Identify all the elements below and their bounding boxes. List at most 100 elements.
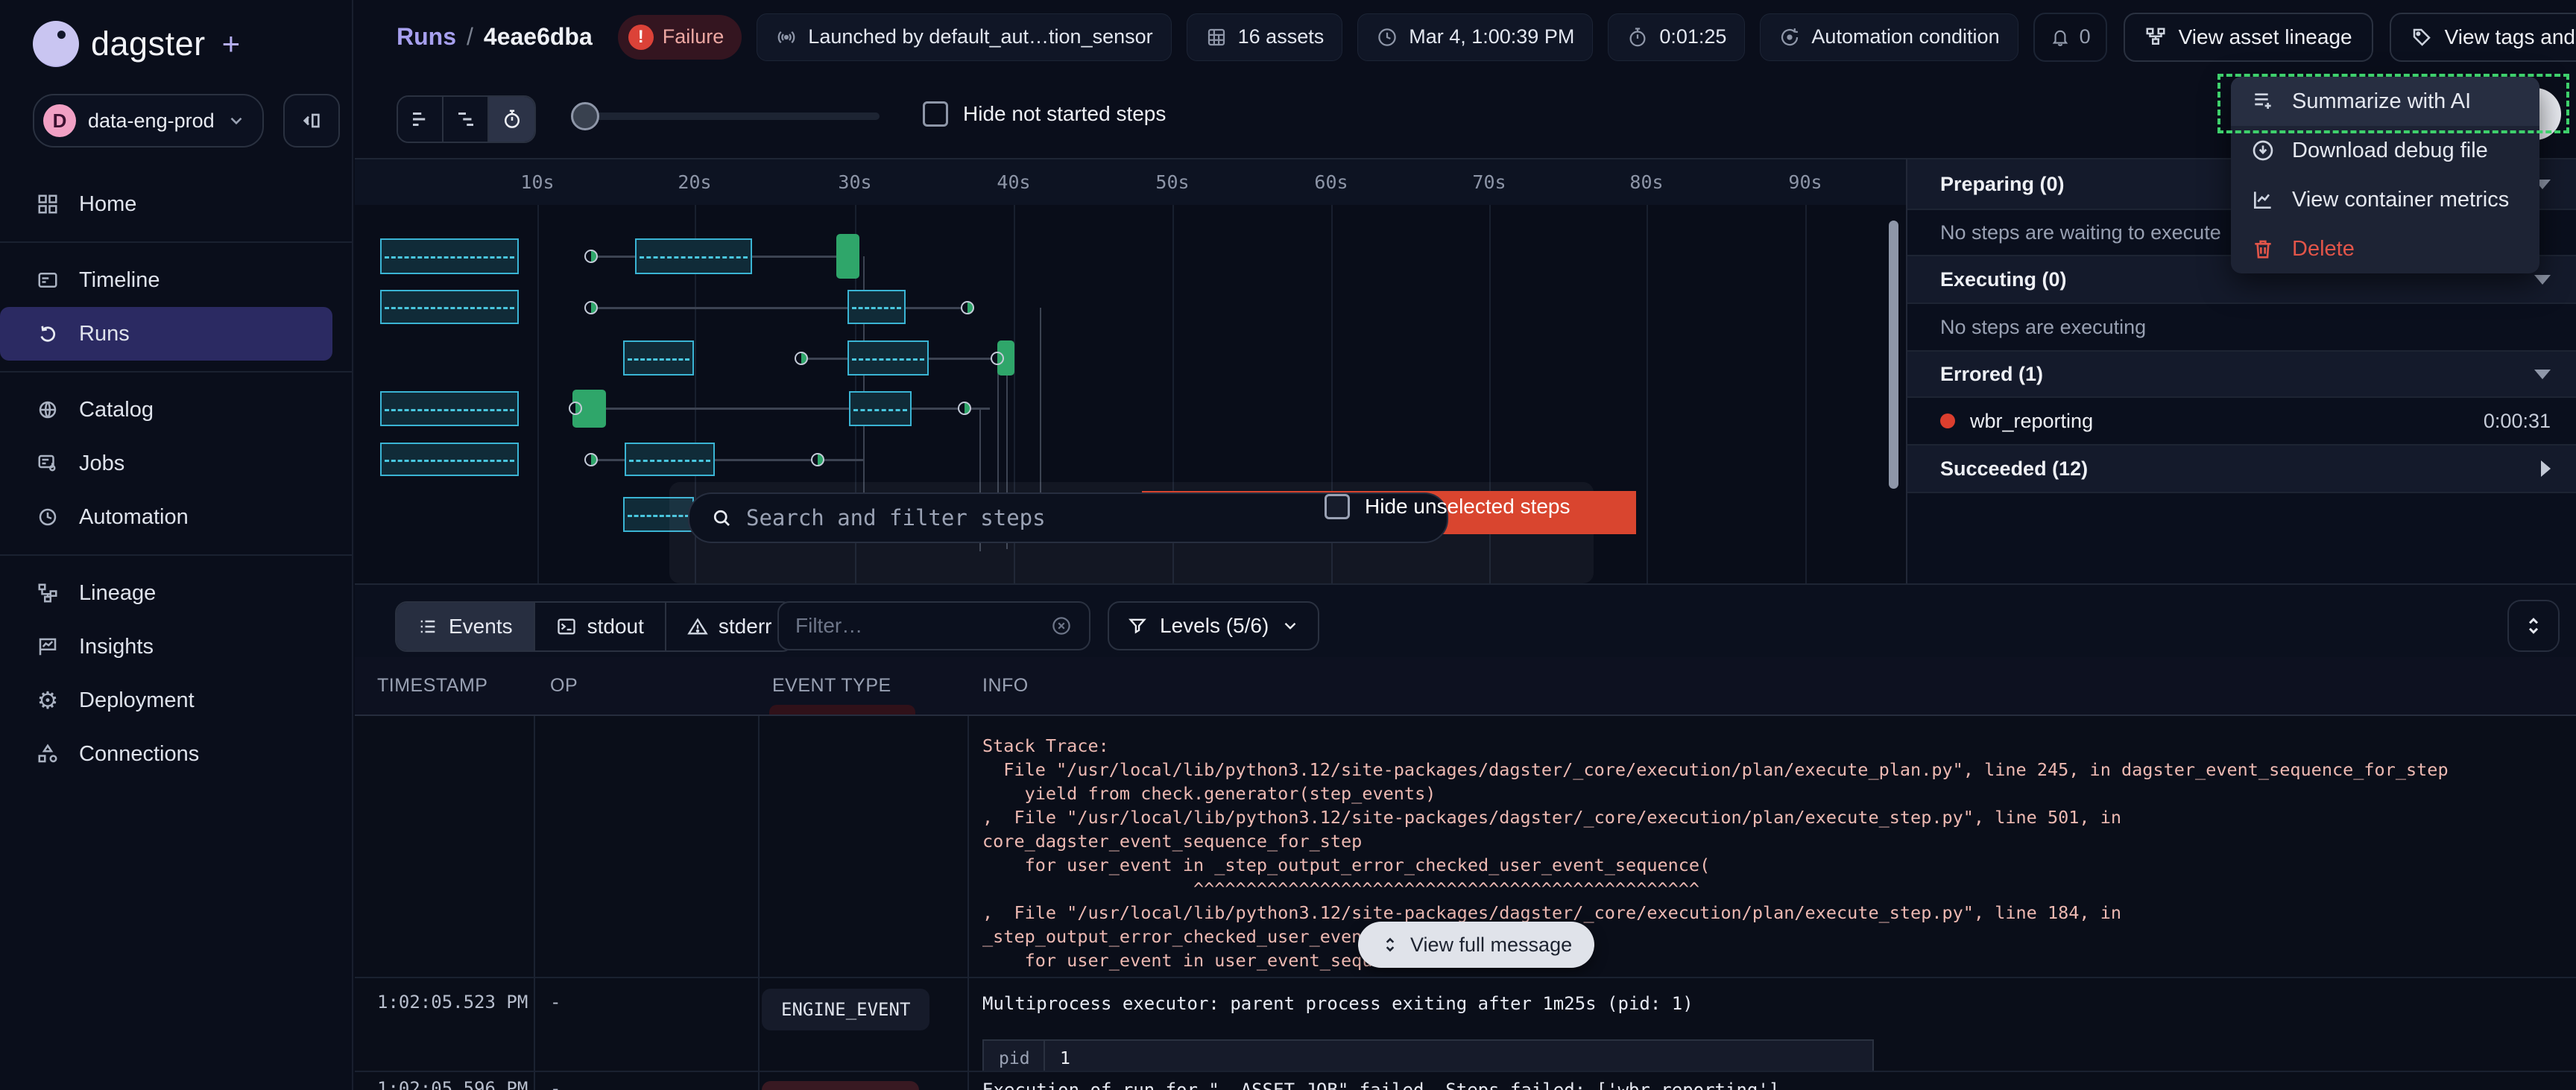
sidebar-item-lineage[interactable]: Lineage (0, 566, 332, 620)
gantt-dot[interactable] (584, 301, 598, 314)
gantt-view-mode-group (397, 95, 536, 143)
zoom-slider[interactable] (583, 113, 880, 120)
sidebar: dagster + D data-eng-prod Home (0, 0, 353, 1090)
home-grid-icon (34, 193, 61, 215)
zoom-slider-thumb[interactable] (571, 102, 599, 130)
step-name: wbr_reporting (1970, 410, 2093, 433)
axis-tick: 60s (1314, 171, 1348, 193)
view-asset-lineage-button[interactable]: View asset lineage (2124, 13, 2373, 62)
sidebar-item-home[interactable]: Home (0, 177, 332, 231)
sidebar-item-connections[interactable]: Connections (0, 727, 332, 781)
tag-duration[interactable]: 0:01:25 (1608, 13, 1745, 61)
automation-clock-icon (34, 506, 61, 528)
log-row-engine-event[interactable]: 1:02:05.523 PM - ENGINE_EVENT Multiproce… (355, 978, 2576, 1072)
view-mode-waterfall-button[interactable] (443, 97, 489, 142)
gantt-pbox[interactable] (623, 340, 694, 376)
sidebar-nav: Home Timeline Runs Catalog Jobs (0, 177, 352, 781)
connections-icon (34, 743, 61, 765)
sidebar-item-runs[interactable]: Runs (0, 307, 332, 361)
log-row-run-failure[interactable]: 1:02:05.596 PM - RUN_FAILURE Execution o… (355, 1072, 2576, 1090)
log-filter-input[interactable]: Filter… (777, 601, 1090, 650)
tab-events[interactable]: Events (397, 603, 535, 650)
runs-icon (34, 323, 61, 345)
gantt-dot[interactable] (584, 453, 598, 466)
gantt-pbox[interactable] (625, 443, 715, 476)
sidebar-item-deployment[interactable]: ⚙ Deployment (0, 674, 332, 727)
notifications-button[interactable]: 0 (2033, 13, 2107, 62)
gantt-scrollbar[interactable] (1889, 221, 1898, 489)
sidebar-item-timeline[interactable]: Timeline (0, 253, 332, 307)
view-full-message-button[interactable]: View full message (1358, 922, 1594, 968)
levels-filter-button[interactable]: Levels (5/6) (1108, 601, 1319, 650)
tag-automation-condition[interactable]: Automation condition (1760, 13, 2018, 61)
notifications-count: 0 (2080, 25, 2091, 48)
event-metadata-table: pid 1 (982, 1039, 1874, 1072)
gantt-pbox[interactable] (380, 443, 519, 476)
gantt-pbox[interactable] (380, 290, 519, 324)
hide-not-started-label: Hide not started steps (963, 102, 1166, 126)
sidebar-item-label: Timeline (79, 268, 160, 293)
sidebar-item-automation[interactable]: Automation (0, 490, 332, 544)
gantt-dot[interactable] (961, 301, 974, 314)
event-type-badge: ENGINE_EVENT (762, 989, 929, 1030)
expand-log-panel-button[interactable] (2507, 600, 2560, 652)
gantt-pbox[interactable] (635, 238, 752, 274)
gantt-dot[interactable] (584, 250, 598, 263)
errored-step-row[interactable]: wbr_reporting 0:00:31 (1907, 398, 2576, 446)
logo[interactable]: dagster + (0, 0, 352, 67)
collapse-sidebar-button[interactable] (283, 94, 340, 148)
sidebar-item-insights[interactable]: Insights (0, 620, 332, 674)
gantt-dot[interactable] (569, 402, 582, 415)
tab-stderr[interactable]: stderr (666, 603, 793, 650)
menu-item-delete[interactable]: Delete (2231, 224, 2539, 273)
gantt-pbox[interactable] (380, 238, 519, 274)
clock-icon (1376, 26, 1398, 48)
gear-icon: ⚙ (34, 689, 61, 712)
view-mode-flat-button[interactable] (398, 97, 443, 142)
tab-stdout[interactable]: stdout (535, 603, 666, 650)
gantt-hline (578, 408, 990, 410)
gantt-gbox[interactable] (836, 234, 859, 279)
timeline-icon (34, 269, 61, 291)
axis-tick: 70s (1472, 171, 1506, 193)
gantt-dot[interactable] (991, 352, 1004, 365)
gantt-grid (1647, 205, 1648, 583)
gantt-dot[interactable] (958, 402, 971, 415)
gantt-dot[interactable] (795, 352, 808, 365)
hide-unselected-checkbox[interactable] (1325, 494, 1350, 519)
jobs-icon (34, 452, 61, 475)
log-filter-placeholder: Filter… (795, 614, 1040, 638)
chevron-down-icon (2534, 275, 2551, 285)
gantt-dot[interactable] (811, 453, 824, 466)
terminal-icon (556, 616, 577, 637)
run-id: 4eae6dba (484, 23, 593, 51)
sidebar-item-jobs[interactable]: Jobs (0, 437, 332, 490)
tag-assets[interactable]: 16 assets (1187, 13, 1343, 61)
log-row-step-failure[interactable]: Stack Trace: File "/usr/local/lib/python… (355, 716, 2576, 978)
gantt-pbox[interactable] (847, 290, 906, 324)
section-errored-header[interactable]: Errored (1) (1907, 352, 2576, 398)
run-header: Runs / 4eae6dba ! Failure Launched by de… (355, 0, 2576, 74)
sidebar-item-label: Connections (79, 742, 199, 767)
hide-not-started-checkbox[interactable] (923, 101, 948, 127)
gantt-pbox[interactable] (847, 340, 929, 376)
sidebar-item-label: Runs (79, 322, 130, 346)
tag-start-time[interactable]: Mar 4, 1:00:39 PM (1357, 13, 1593, 61)
tag-launched-by[interactable]: Launched by default_aut…tion_sensor (757, 13, 1171, 61)
sensor-icon (775, 26, 798, 48)
error-status-dot (1940, 413, 1955, 428)
view-mode-timed-button[interactable] (489, 97, 534, 142)
workspace-selector[interactable]: D data-eng-prod (33, 94, 264, 148)
gantt-pbox[interactable] (849, 391, 912, 426)
breadcrumb-runs-link[interactable]: Runs (397, 23, 456, 51)
gantt-pbox[interactable] (380, 391, 519, 426)
section-succeeded-header[interactable]: Succeeded (12) (1907, 446, 2576, 493)
gantt-plot: Search and filter steps Hide unselected … (355, 205, 1906, 583)
sidebar-item-catalog[interactable]: Catalog (0, 383, 332, 437)
section-executing-empty: No steps are executing (1907, 304, 2576, 352)
workspace-avatar: D (43, 104, 76, 137)
menu-item-view-container-metrics[interactable]: View container metrics (2231, 175, 2539, 224)
divider (0, 241, 352, 243)
clear-filter-icon[interactable] (1050, 615, 1073, 637)
view-tags-and-config-button[interactable]: View tags and config (2390, 13, 2576, 62)
